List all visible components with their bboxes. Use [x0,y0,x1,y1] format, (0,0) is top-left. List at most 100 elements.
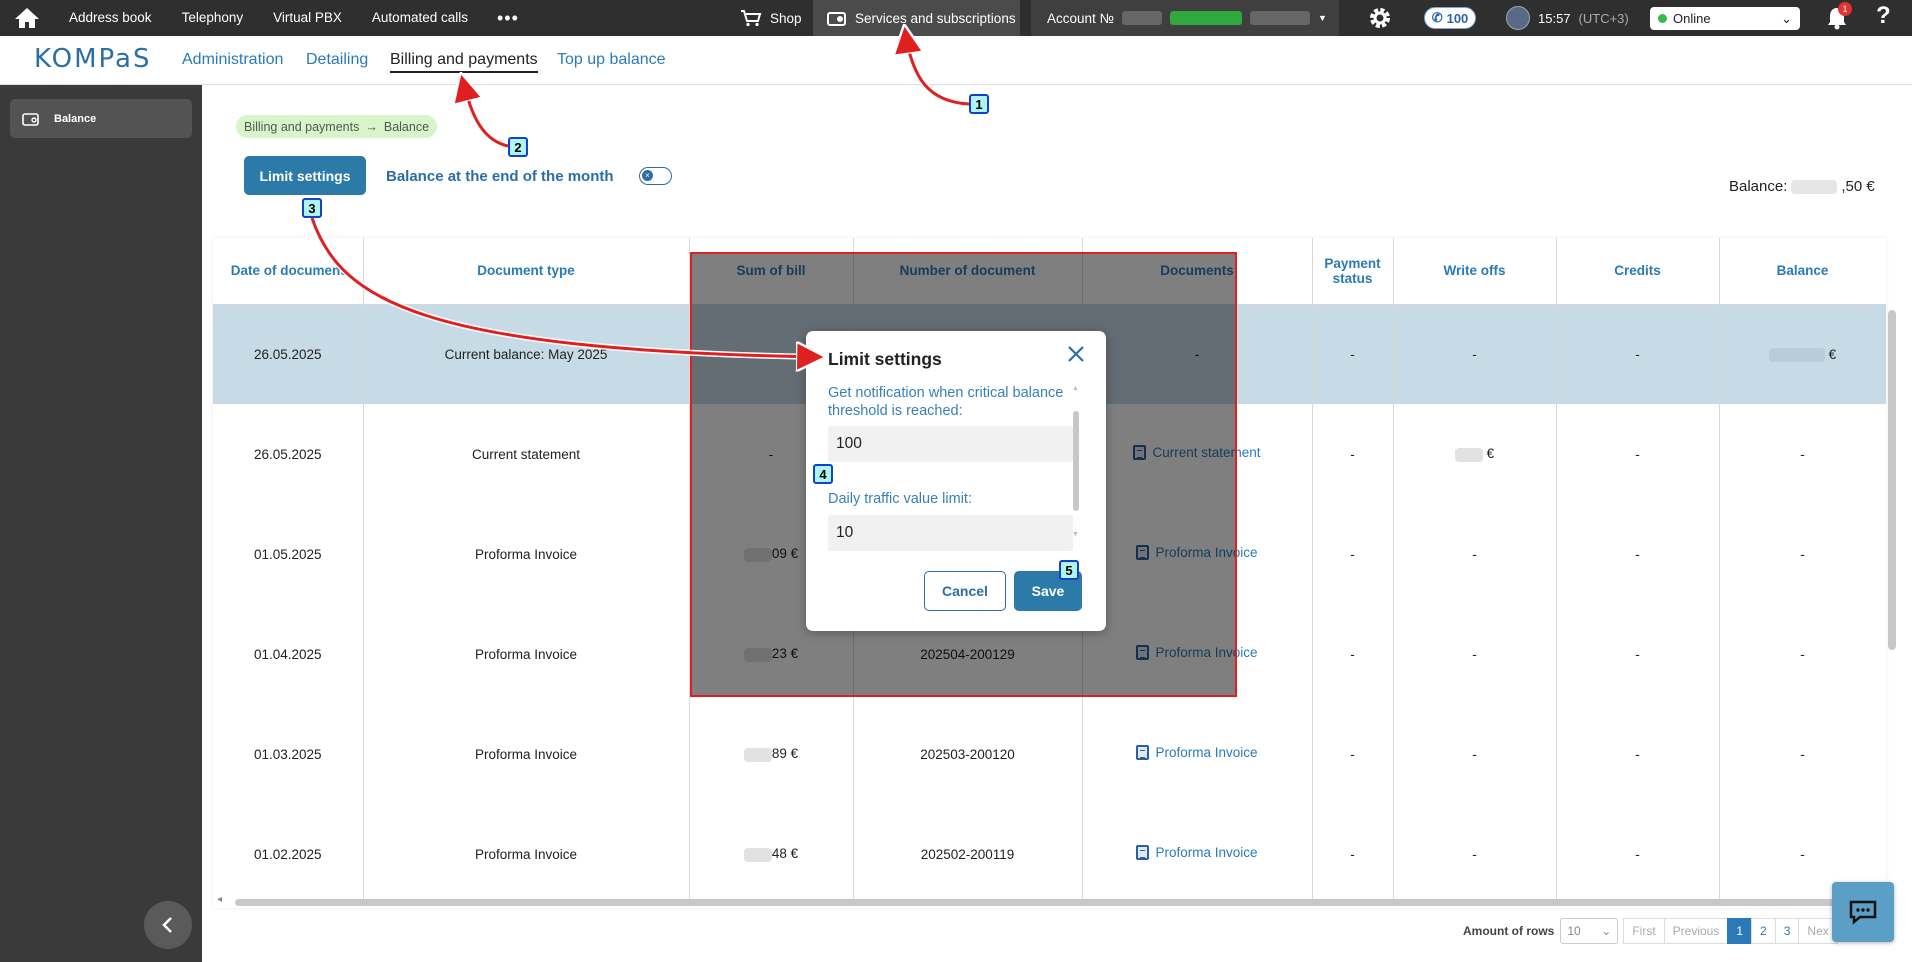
rows-value: 10 [1567,924,1581,938]
account-selector[interactable]: Account № ▼ [1031,0,1339,36]
status-select[interactable]: Online ⌄ [1650,7,1800,30]
cell-status: - [1312,504,1394,604]
column-header[interactable]: Document type [363,238,690,305]
currency: € [1486,446,1495,462]
sum-visible: 89 € [771,746,799,762]
phone-icon: ✆ [1431,10,1443,25]
table-row[interactable]: 01.03.2025 Proforma Invoice 89 € 202503-… [213,704,1886,804]
chat-button[interactable] [1832,882,1894,942]
cell-writeoffs: - [1393,804,1557,904]
cell-date: 01.04.2025 [213,604,364,704]
annotation-marker-1: 1 [969,94,989,114]
more-menu-icon[interactable]: ••• [483,8,533,29]
annotation-marker-5: 5 [1059,560,1079,580]
page-button-3[interactable]: 3 [1774,918,1800,944]
online-dot-icon [1658,14,1667,23]
gear-icon[interactable] [1368,6,1392,33]
nav-address-book[interactable]: Address book [54,0,167,36]
cell-date: 01.05.2025 [213,504,364,604]
breadcrumb-parent[interactable]: Billing and payments [244,120,359,134]
scroll-left-icon[interactable]: ◂ [217,894,222,905]
scroll-up-icon[interactable]: ▲ [1072,385,1079,392]
currency: € [1828,346,1837,362]
first-page-button[interactable]: First [1623,918,1665,944]
document-link[interactable]: Proforma Invoice [1136,745,1258,760]
dialog-title: Limit settings [828,349,942,369]
collapse-sidebar-button[interactable] [144,901,192,949]
balance-label: Balance: [1729,178,1788,195]
cell-number: 202502-200119 [853,804,1083,904]
nav-automated-calls[interactable]: Automated calls [357,0,483,36]
cell-date: 26.05.2025 [213,404,364,504]
scrollbar-thumb[interactable] [235,899,1855,906]
avatar [1506,6,1530,30]
services-and-subscriptions[interactable]: Services and subscriptions [813,0,1020,36]
notify-threshold-input[interactable] [828,426,1073,462]
tab-top-up-balance[interactable]: Top up balance [557,51,666,69]
page-button-1[interactable]: 1 [1727,918,1753,944]
timezone: (UTC+3) [1578,10,1629,26]
column-header[interactable]: Write offs [1393,238,1557,305]
tab-detailing[interactable]: Detailing [306,51,368,69]
bell-icon[interactable]: 1 [1826,2,1852,33]
sidebar-item-label: Balance [54,112,97,125]
breadcrumb: Billing and payments → Balance [236,115,438,138]
cell-type: Proforma Invoice [363,504,690,604]
table-row[interactable]: 01.02.2025 Proforma Invoice 48 € 202502-… [213,804,1886,904]
dialog-scrollbar[interactable]: ▲ ▼ [1072,385,1080,541]
nav-telephony[interactable]: Telephony [167,0,259,36]
help-icon[interactable]: ? [1876,2,1891,30]
column-header[interactable]: Date of document [213,238,364,305]
cell-date: 01.02.2025 [213,804,364,904]
home-icon[interactable] [0,0,54,36]
scrollbar-thumb[interactable] [1073,411,1079,511]
nav-virtual-pbx[interactable]: Virtual PBX [258,0,357,36]
cell-doc: Proforma Invoice [1082,804,1313,904]
redacted-value [743,747,772,762]
arrow-right-icon: → [365,119,378,134]
rows-per-page-select[interactable]: 10 ⌄ [1560,918,1619,944]
cell-status: - [1312,704,1394,804]
cell-sum: 48 € [689,804,854,904]
cancel-button[interactable]: Cancel [924,571,1006,611]
redacted-value [743,847,772,862]
limit-settings-button[interactable]: Limit settings [244,156,366,195]
cell-status: - [1312,804,1394,904]
column-header[interactable]: Credits [1556,238,1720,305]
notification-badge: 1 [1838,2,1852,16]
cell-date: 26.05.2025 [213,304,364,404]
user-clock[interactable]: 15:57 (UTC+3) [1506,0,1629,36]
wallet-icon [22,112,39,126]
end-of-month-toggle[interactable]: × [639,167,672,185]
vertical-scrollbar[interactable] [1888,310,1896,650]
tab-administration[interactable]: Administration [182,51,283,69]
sub-navigation: KOMPaS Administration Detailing Billing … [0,36,1912,85]
scroll-down-icon[interactable]: ▼ [1072,531,1079,538]
sidebar: Balance [0,85,202,962]
cell-status: - [1312,604,1394,704]
cell-date: 01.03.2025 [213,704,364,804]
close-icon[interactable] [1066,344,1086,367]
account-label: Account № [1047,10,1115,26]
sidebar-item-balance[interactable]: Balance [10,99,192,138]
cell-balance: - [1719,704,1886,804]
document-link[interactable]: Proforma Invoice [1136,845,1258,860]
balance-redacted [1791,179,1838,194]
column-header[interactable]: Balance [1719,238,1886,305]
cell-type: Proforma Invoice [363,604,690,704]
cell-writeoffs: € [1393,404,1557,504]
previous-page-button[interactable]: Previous [1663,918,1729,944]
time: 15:57 [1538,10,1571,26]
page-button-2[interactable]: 2 [1751,918,1776,944]
horizontal-scrollbar[interactable]: ◂ [213,894,1863,908]
shop-link[interactable]: Shop [740,0,802,36]
notify-threshold-label: Get notification when critical balance t… [828,385,1064,419]
column-header[interactable]: Payment status [1312,238,1394,305]
cell-writeoffs: - [1393,504,1557,604]
sum-visible: 48 € [771,846,799,862]
active-calls-badge[interactable]: ✆ 100 [1424,7,1476,29]
daily-limit-input[interactable] [828,515,1073,551]
tab-billing-and-payments[interactable]: Billing and payments [390,51,538,73]
chevron-left-icon [162,917,172,933]
services-label: Services and subscriptions [855,10,1016,26]
